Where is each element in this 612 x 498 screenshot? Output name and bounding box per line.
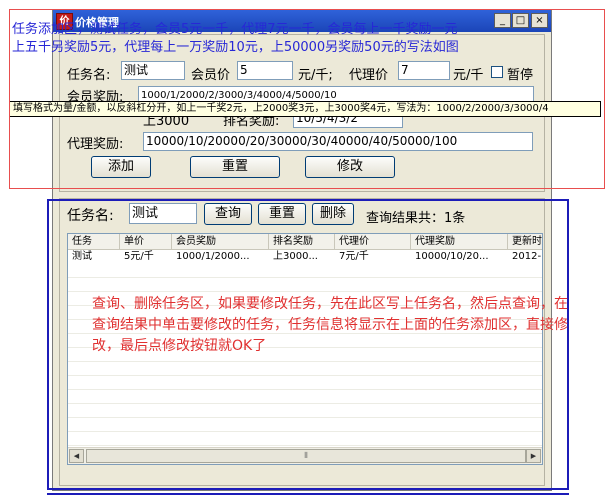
add-area-note-line2: 上五千另奖励5元，代理每上一万奖励10元，上50000另奖励50元的写法如图 xyxy=(12,40,459,55)
annotation-underline xyxy=(47,493,569,495)
add-area-note-line1: 任务添加区，测试任务，会员5元一千，代理7元一千，会员每上一千奖励一元 xyxy=(12,22,458,37)
query-area-note: 查询、删除任务区，如果要修改任务，先在此区写上任务名，然后点查询，在查询结果中单… xyxy=(92,296,568,354)
